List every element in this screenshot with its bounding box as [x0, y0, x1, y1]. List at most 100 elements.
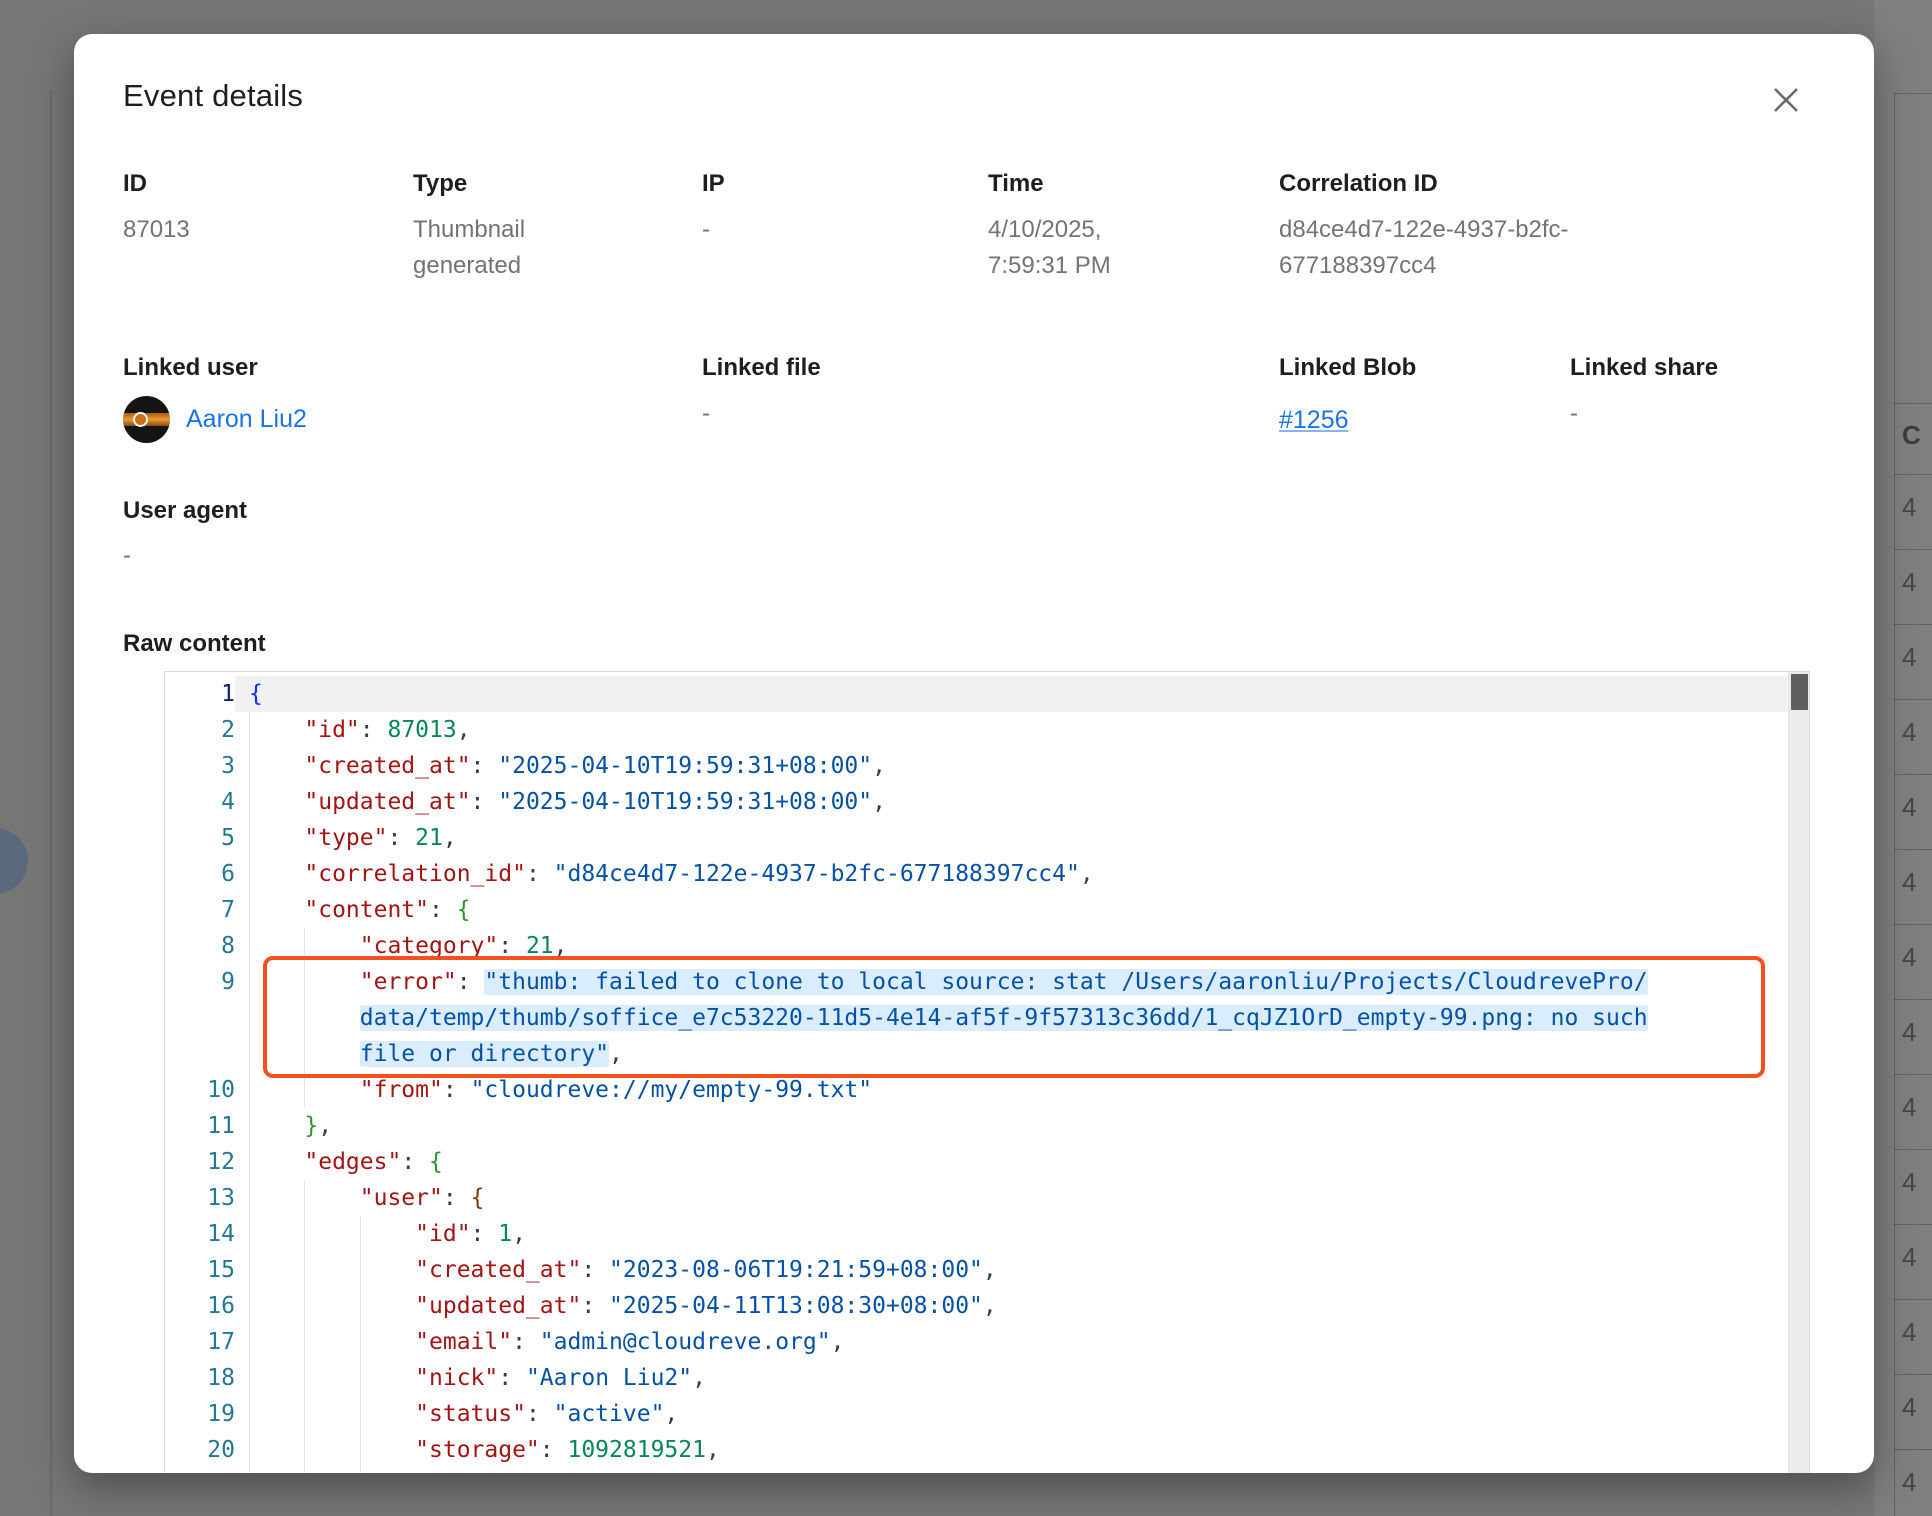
code-text: "edges": {: [235, 1144, 1787, 1180]
background-table-column-header: C: [1902, 420, 1921, 451]
background-table-row-divider: [1894, 849, 1932, 850]
line-number: 3: [165, 748, 235, 784]
background-table-row-divider: [1894, 549, 1932, 550]
field-correlation-id: Correlation ID d84ce4d7-122e-4937-b2fc-6…: [1279, 170, 1584, 284]
code-line: 13"user": {: [165, 1180, 1787, 1216]
line-number: 4: [165, 784, 235, 820]
line-number: 14: [165, 1216, 235, 1252]
line-number: 17: [165, 1324, 235, 1360]
background-table-cell: 4: [1902, 1092, 1916, 1123]
code-line: 1{: [165, 676, 1787, 712]
code-text: "from": "cloudreve://my/empty-99.txt": [235, 1072, 1787, 1108]
background-table-cell: 4: [1902, 1242, 1916, 1273]
field-type-label: Type: [413, 170, 593, 198]
line-number: 1: [165, 676, 235, 712]
line-number: 5: [165, 820, 235, 856]
background-table-cell: 4: [1902, 942, 1916, 973]
line-number: 16: [165, 1288, 235, 1324]
code-line: 17"email": "admin@cloudreve.org",: [165, 1324, 1787, 1360]
field-correlation-id-value: d84ce4d7-122e-4937-b2fc-677188397cc4: [1279, 212, 1584, 284]
close-icon: [1771, 85, 1801, 115]
background-table-cell: 4: [1902, 792, 1916, 823]
linked-user-link[interactable]: Aaron Liu2: [186, 405, 307, 434]
field-ip-value: -: [702, 212, 952, 248]
user-agent-label: User agent: [123, 497, 247, 525]
field-type: Type Thumbnail generated: [413, 170, 593, 284]
code-text: "id": 87013,: [235, 712, 1787, 748]
code-line: 6"correlation_id": "d84ce4d7-122e-4937-b…: [165, 856, 1787, 892]
event-details-dialog: Event details ID 87013 Type Thumbnail ge…: [74, 34, 1874, 1473]
avatar-emblem-icon: [133, 412, 148, 427]
code-text: "type": 21,: [235, 820, 1787, 856]
raw-content-label: Raw content: [123, 630, 266, 658]
background-table-cell: 4: [1902, 642, 1916, 673]
code-line: 5"type": 21,: [165, 820, 1787, 856]
code-text: "storage": 1092819521,: [235, 1432, 1787, 1468]
linked-blob-label: Linked Blob: [1279, 354, 1529, 382]
field-correlation-id-label: Correlation ID: [1279, 170, 1584, 198]
background-card-edge: [50, 90, 52, 1516]
background-table-row-divider: [1894, 403, 1932, 404]
code-text: "created_at": "2023-08-06T19:21:59+08:00…: [235, 1252, 1787, 1288]
code-line: 14"id": 1,: [165, 1216, 1787, 1252]
code-line: 8"category": 21,: [165, 928, 1787, 964]
background-table-row-divider: [1894, 1449, 1932, 1450]
linked-user-label: Linked user: [123, 354, 373, 382]
field-ip-label: IP: [702, 170, 952, 198]
line-number: 13: [165, 1180, 235, 1216]
field-id-label: ID: [123, 170, 373, 198]
code-text: "user": {: [235, 1180, 1787, 1216]
code-line: data/temp/thumb/soffice_e7c53220-11d5-4e…: [165, 1000, 1787, 1036]
code-line: 21"avatar": "file": [165, 1468, 1787, 1473]
background-table-row-divider: [1894, 699, 1932, 700]
code-line: file or directory",: [165, 1036, 1787, 1072]
code-text: "category": 21,: [235, 928, 1787, 964]
background-table-row-divider: [1894, 474, 1932, 475]
line-number: 9: [165, 964, 235, 1000]
background-table-cell: 4: [1902, 1317, 1916, 1348]
code-line: 11},: [165, 1108, 1787, 1144]
background-table-cell: 4: [1902, 1392, 1916, 1423]
field-time-value: 4/10/2025, 7:59:31 PM: [988, 212, 1158, 284]
line-number: 2: [165, 712, 235, 748]
raw-content-code-editor[interactable]: 1{2"id": 87013,3"created_at": "2025-04-1…: [164, 671, 1810, 1473]
code-text: file or directory",: [235, 1036, 1787, 1072]
linked-blob-link[interactable]: #1256: [1279, 406, 1349, 435]
background-table-cell: 4: [1902, 717, 1916, 748]
code-line: 18"nick": "Aaron Liu2",: [165, 1360, 1787, 1396]
code-line: 20"storage": 1092819521,: [165, 1432, 1787, 1468]
code-line: 16"updated_at": "2025-04-11T13:08:30+08:…: [165, 1288, 1787, 1324]
code-line: 19"status": "active",: [165, 1396, 1787, 1432]
dialog-title: Event details: [123, 78, 303, 114]
background-table-cell: 4: [1902, 1167, 1916, 1198]
line-number: 11: [165, 1108, 235, 1144]
background-table-column-divider: [1894, 93, 1895, 1516]
code-text: "status": "active",: [235, 1396, 1787, 1432]
background-table-cell: 4: [1902, 567, 1916, 598]
line-number: 7: [165, 892, 235, 928]
background-table-row-divider: [1894, 999, 1932, 1000]
user-avatar: [123, 396, 170, 443]
code-line: 10"from": "cloudreve://my/empty-99.txt": [165, 1072, 1787, 1108]
field-type-value: Thumbnail generated: [413, 212, 593, 284]
user-agent-value: -: [123, 542, 131, 570]
linked-file-value: -: [702, 396, 952, 432]
line-number: 15: [165, 1252, 235, 1288]
code-text: "id": 1,: [235, 1216, 1787, 1252]
editor-scrollbar[interactable]: [1788, 672, 1809, 1473]
code-line: 12"edges": {: [165, 1144, 1787, 1180]
background-table-row-divider: [1894, 774, 1932, 775]
code-text: "content": {: [235, 892, 1787, 928]
editor-scrollbar-thumb[interactable]: [1791, 674, 1808, 710]
background-table-fragment: C 44444444444444: [1874, 0, 1932, 1516]
line-number: 10: [165, 1072, 235, 1108]
field-time-label: Time: [988, 170, 1158, 198]
background-table-row-divider: [1894, 1224, 1932, 1225]
background-table-row-divider: [1894, 93, 1932, 94]
background-table-cell: 4: [1902, 1467, 1916, 1498]
code-text: data/temp/thumb/soffice_e7c53220-11d5-4e…: [235, 1000, 1787, 1036]
close-button[interactable]: [1762, 76, 1810, 124]
line-number: 6: [165, 856, 235, 892]
background-table-cell: 4: [1902, 492, 1916, 523]
background-table-cell: 4: [1902, 1017, 1916, 1048]
